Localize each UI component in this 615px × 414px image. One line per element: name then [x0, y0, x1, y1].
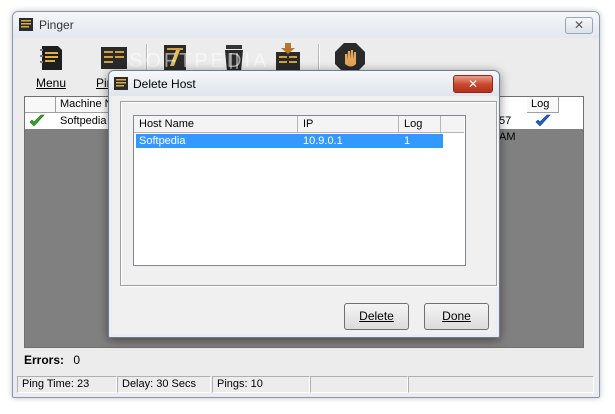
- log-column-header[interactable]: Log: [527, 97, 559, 113]
- delete-host-dialog: Delete Host ✕ Host Name IP Log Softpedia…: [108, 70, 500, 338]
- done-button[interactable]: Done: [424, 303, 489, 330]
- dialog-title: Delete Host: [133, 77, 196, 91]
- status-bar: Ping Time: 23 Delay: 30 Secs Pings: 10: [16, 374, 596, 394]
- window-close-button[interactable]: ✕: [565, 17, 593, 34]
- log-column-header[interactable]: Log: [399, 116, 441, 133]
- title-bar[interactable]: Pinger ✕: [13, 12, 599, 38]
- menu-button[interactable]: Menu: [26, 40, 76, 96]
- header-filler: [441, 116, 464, 133]
- status-cell-empty: [408, 376, 594, 393]
- window-title: Pinger: [39, 18, 74, 32]
- log-check-icon: [531, 113, 555, 129]
- ping-time-status: Ping Time: 23: [17, 376, 117, 393]
- dialog-close-button[interactable]: ✕: [453, 75, 493, 93]
- errors-count: 0: [73, 353, 81, 367]
- delay-status: Delay: 30 Secs: [117, 376, 211, 393]
- dialog-notebook-icon: [114, 77, 128, 90]
- status-cell-empty: [310, 376, 408, 393]
- ok-check-icon: [25, 113, 55, 129]
- log-cell: 1: [404, 135, 411, 147]
- ip-column-header[interactable]: IP: [298, 116, 399, 133]
- delete-button[interactable]: Delete: [344, 303, 409, 330]
- app-notebook-icon: [19, 18, 33, 31]
- errors-row: Errors: 0: [24, 353, 80, 367]
- host-name-column-header[interactable]: Host Name: [134, 116, 298, 133]
- list-item-selected[interactable]: Softpedia 10.9.0.1 1: [136, 134, 443, 148]
- delete-host-list[interactable]: Host Name IP Log Softpedia 10.9.0.1 1: [133, 115, 466, 266]
- pings-status: Pings: 10: [212, 376, 310, 393]
- dialog-client: Host Name IP Log Softpedia 10.9.0.1 1 De…: [112, 96, 497, 334]
- time-cell: 57 AM: [499, 115, 516, 143]
- host-name-cell: Softpedia: [139, 135, 186, 147]
- delete-button-label: Delete: [359, 309, 394, 323]
- status-column-header[interactable]: [25, 97, 56, 113]
- dialog-title-bar[interactable]: Delete Host ✕: [109, 71, 499, 96]
- ip-cell: 10.9.0.1: [303, 135, 343, 147]
- done-button-label: Done: [442, 309, 471, 323]
- notebook-icon: [40, 46, 62, 70]
- errors-label: Errors:: [24, 353, 65, 367]
- menu-button-label: Menu: [35, 76, 67, 90]
